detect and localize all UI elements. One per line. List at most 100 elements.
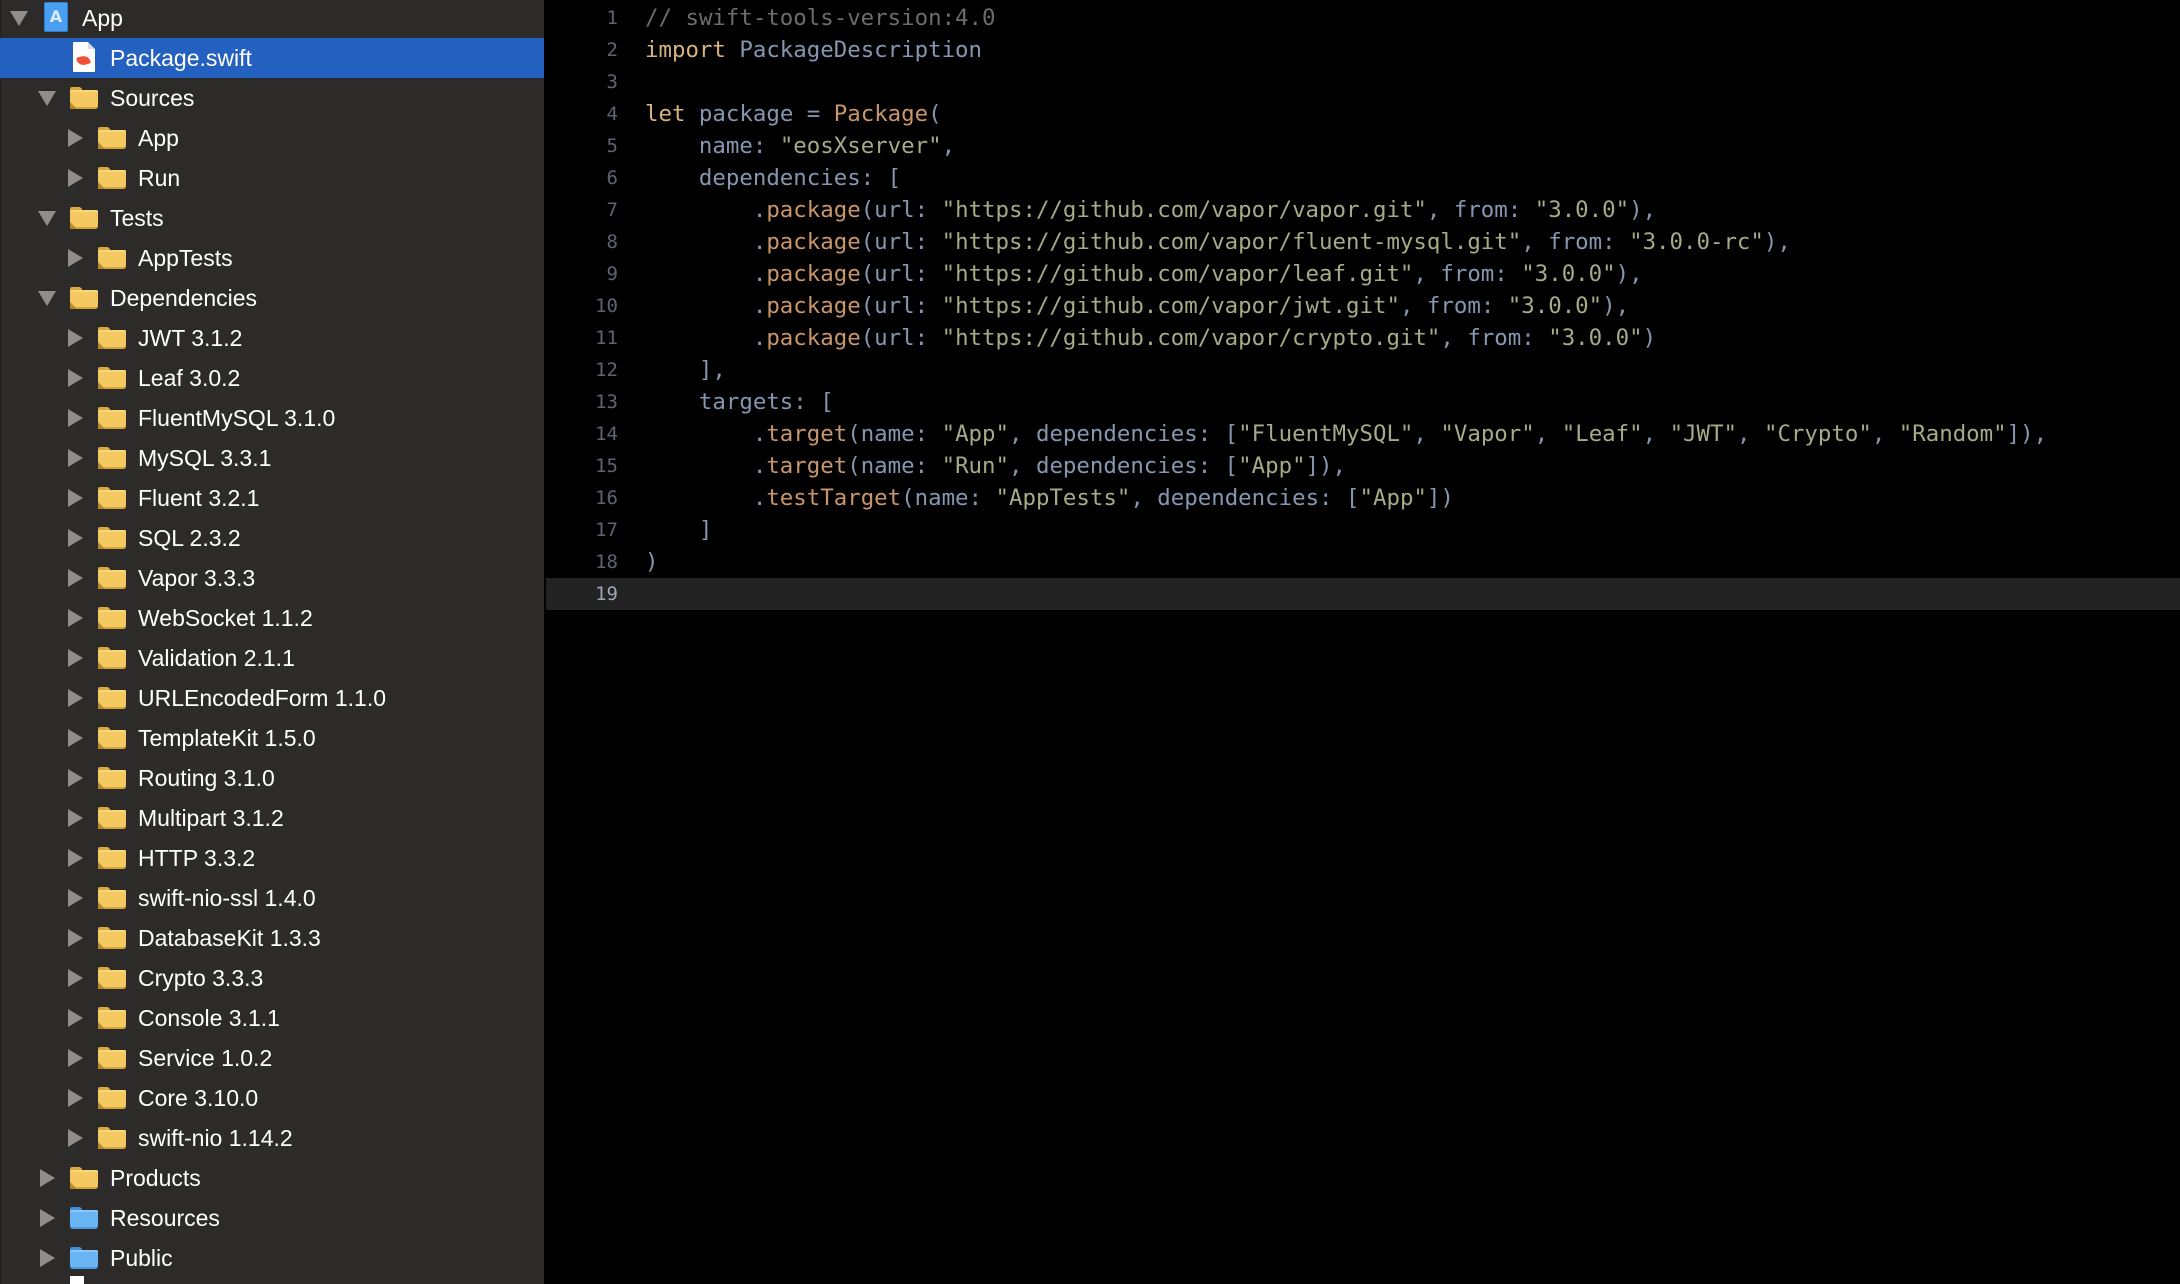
disclosure-closed-icon[interactable] bbox=[68, 169, 83, 187]
folder-icon bbox=[98, 1127, 126, 1149]
code-line[interactable]: 3 bbox=[546, 66, 2180, 98]
folder-icon bbox=[98, 567, 126, 589]
code-line[interactable]: 6 dependencies: [ bbox=[546, 162, 2180, 194]
navigator-item[interactable]: Run bbox=[0, 158, 544, 198]
navigator-item[interactable]: Console 3.1.1 bbox=[0, 998, 544, 1038]
code-line[interactable]: 11 .package(url: "https://github.com/vap… bbox=[546, 322, 2180, 354]
disclosure-closed-icon[interactable] bbox=[68, 889, 83, 907]
token-plain: . bbox=[645, 229, 767, 255]
code-line[interactable]: 13 targets: [ bbox=[546, 386, 2180, 418]
code-line[interactable]: 1 // swift-tools-version:4.0 bbox=[546, 2, 2180, 34]
disclosure-closed-icon[interactable] bbox=[68, 1009, 83, 1027]
disclosure-closed-icon[interactable] bbox=[68, 849, 83, 867]
navigator-item[interactable]: URLEncodedForm 1.1.0 bbox=[0, 678, 544, 718]
code-line[interactable]: 10 .package(url: "https://github.com/vap… bbox=[546, 290, 2180, 322]
disclosure-open-icon[interactable] bbox=[10, 11, 28, 26]
navigator-item[interactable]: App bbox=[0, 118, 544, 158]
disclosure-closed-icon[interactable] bbox=[68, 529, 83, 547]
navigator-item[interactable]: Validation 2.1.1 bbox=[0, 638, 544, 678]
disclosure-closed-icon[interactable] bbox=[68, 409, 83, 427]
navigator-item[interactable]: Leaf 3.0.2 bbox=[0, 358, 544, 398]
navigator-item[interactable]: SQL 2.3.2 bbox=[0, 518, 544, 558]
disclosure-closed-icon[interactable] bbox=[68, 249, 83, 267]
navigator-item[interactable]: JWT 3.1.2 bbox=[0, 318, 544, 358]
disclosure-closed-icon[interactable] bbox=[40, 1209, 55, 1227]
navigator-item[interactable]: Sources bbox=[0, 78, 544, 118]
navigator-item[interactable]: Vapor 3.3.3 bbox=[0, 558, 544, 598]
disclosure-closed-icon[interactable] bbox=[68, 609, 83, 627]
token-punct: (name: bbox=[901, 485, 996, 511]
navigator-item[interactable]: Crypto 3.3.3 bbox=[0, 958, 544, 998]
token-punct: ]), bbox=[2006, 421, 2048, 447]
navigator-item[interactable]: Tests bbox=[0, 198, 544, 238]
navigator-item[interactable]: FluentMySQL 3.1.0 bbox=[0, 398, 544, 438]
navigator-item[interactable]: Service 1.0.2 bbox=[0, 1038, 544, 1078]
disclosure-closed-icon[interactable] bbox=[40, 1249, 55, 1267]
code-line[interactable]: 19 bbox=[546, 578, 2180, 610]
navigator-item[interactable]: DatabaseKit 1.3.3 bbox=[0, 918, 544, 958]
token-func: package bbox=[766, 197, 861, 223]
code-text: .target(name: "App", dependencies: ["Flu… bbox=[645, 418, 2047, 450]
code-text: .package(url: "https://github.com/vapor/… bbox=[645, 322, 1656, 354]
navigator-item[interactable]: Dependencies bbox=[0, 278, 544, 318]
navigator-item[interactable]: Public bbox=[0, 1238, 544, 1278]
code-line[interactable]: 8 .package(url: "https://github.com/vapo… bbox=[546, 226, 2180, 258]
disclosure-closed-icon[interactable] bbox=[68, 729, 83, 747]
disclosure-closed-icon[interactable] bbox=[68, 929, 83, 947]
disclosure-closed-icon[interactable] bbox=[68, 649, 83, 667]
navigator-item[interactable]: Resources bbox=[0, 1198, 544, 1238]
code-line[interactable]: 2 import PackageDescription bbox=[546, 34, 2180, 66]
navigator-item-label: Console 3.1.1 bbox=[138, 1005, 280, 1031]
disclosure-closed-icon[interactable] bbox=[68, 689, 83, 707]
navigator-item[interactable]: HTTP 3.3.2 bbox=[0, 838, 544, 878]
token-string: "App" bbox=[1238, 453, 1306, 479]
navigator-item[interactable]: Package.swift bbox=[0, 38, 544, 78]
source-editor[interactable]: 1 // swift-tools-version:4.0 2 import Packa… bbox=[546, 0, 2180, 1284]
navigator-item[interactable]: Fluent 3.2.1 bbox=[0, 478, 544, 518]
code-line[interactable]: 17 ] bbox=[546, 514, 2180, 546]
navigator-item[interactable]: MySQL 3.3.1 bbox=[0, 438, 544, 478]
navigator-item[interactable]: TemplateKit 1.5.0 bbox=[0, 718, 544, 758]
disclosure-closed-icon[interactable] bbox=[68, 769, 83, 787]
navigator-item[interactable]: WebSocket 1.1.2 bbox=[0, 598, 544, 638]
disclosure-open-icon[interactable] bbox=[38, 91, 56, 106]
code-text: targets: [ bbox=[645, 386, 834, 418]
disclosure-closed-icon[interactable] bbox=[68, 569, 83, 587]
code-line[interactable]: 15 .target(name: "Run", dependencies: ["… bbox=[546, 450, 2180, 482]
code-line[interactable]: 14 .target(name: "App", dependencies: ["… bbox=[546, 418, 2180, 450]
disclosure-closed-icon[interactable] bbox=[68, 809, 83, 827]
navigator-item[interactable]: AppTests bbox=[0, 238, 544, 278]
disclosure-closed-icon[interactable] bbox=[68, 1049, 83, 1067]
disclosure-open-icon[interactable] bbox=[38, 211, 56, 226]
navigator-item[interactable]: Multipart 3.1.2 bbox=[0, 798, 544, 838]
disclosure-closed-icon[interactable] bbox=[68, 1129, 83, 1147]
disclosure-closed-icon[interactable] bbox=[68, 489, 83, 507]
line-number: 14 bbox=[595, 423, 618, 445]
folder-icon bbox=[98, 1007, 126, 1029]
disclosure-closed-icon[interactable] bbox=[68, 129, 83, 147]
disclosure-closed-icon[interactable] bbox=[68, 329, 83, 347]
disclosure-closed-icon[interactable] bbox=[68, 369, 83, 387]
disclosure-closed-icon[interactable] bbox=[68, 449, 83, 467]
code-line[interactable]: 16 .testTarget(name: "AppTests", depende… bbox=[546, 482, 2180, 514]
code-line[interactable]: 12 ], bbox=[546, 354, 2180, 386]
token-func: package bbox=[766, 293, 861, 319]
navigator-item[interactable]: App bbox=[0, 0, 544, 38]
disclosure-open-icon[interactable] bbox=[38, 291, 56, 306]
disclosure-closed-icon[interactable] bbox=[68, 1089, 83, 1107]
code-line[interactable]: 18) bbox=[546, 546, 2180, 578]
token-string: "3.0.0" bbox=[1521, 261, 1616, 287]
token-punct: , bbox=[1534, 421, 1562, 447]
disclosure-closed-icon[interactable] bbox=[40, 1169, 55, 1187]
navigator-item[interactable]: swift-nio 1.14.2 bbox=[0, 1118, 544, 1158]
code-line[interactable]: 7 .package(url: "https://github.com/vapo… bbox=[546, 194, 2180, 226]
navigator-item[interactable]: Routing 3.1.0 bbox=[0, 758, 544, 798]
disclosure-closed-icon[interactable] bbox=[68, 969, 83, 987]
navigator-item-label: swift-nio 1.14.2 bbox=[138, 1125, 293, 1151]
code-line[interactable]: 9 .package(url: "https://github.com/vapo… bbox=[546, 258, 2180, 290]
navigator-item[interactable]: Products bbox=[0, 1158, 544, 1198]
code-line[interactable]: 5 name: "eosXserver", bbox=[546, 130, 2180, 162]
code-line[interactable]: 4 let package = Package( bbox=[546, 98, 2180, 130]
navigator-item[interactable]: Core 3.10.0 bbox=[0, 1078, 544, 1118]
navigator-item[interactable]: swift-nio-ssl 1.4.0 bbox=[0, 878, 544, 918]
